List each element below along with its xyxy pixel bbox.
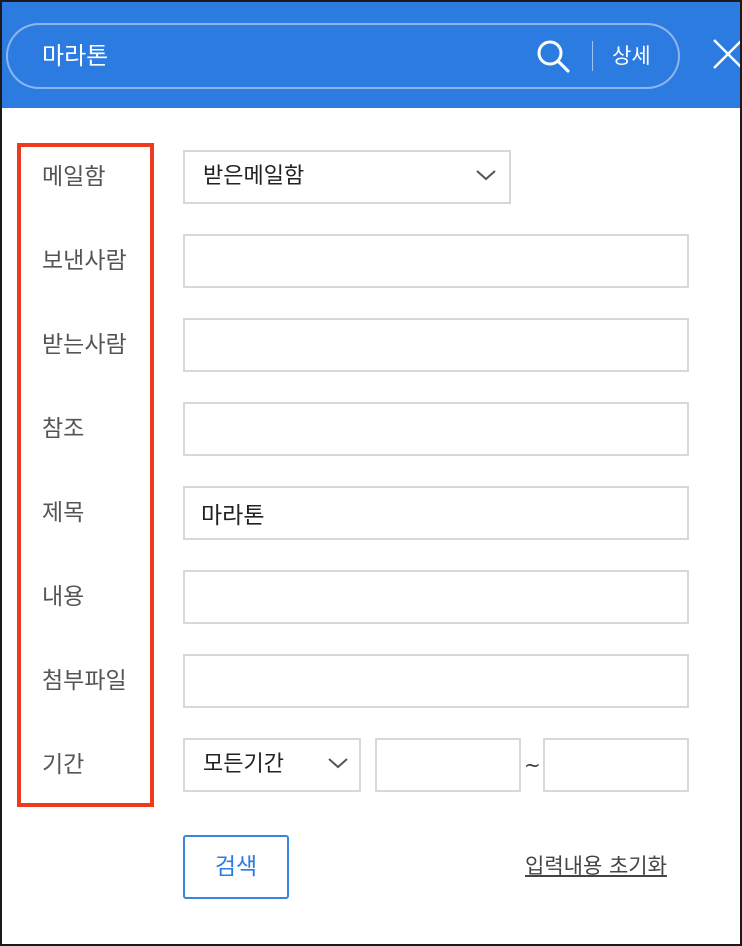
detail-search-button[interactable]: 상세 (612, 25, 651, 87)
period-selected-value: 모든기간 (203, 752, 284, 777)
header-bar: 마라톤 상세 (2, 2, 742, 108)
body-input[interactable] (185, 572, 687, 622)
mailbox-selected-value: 받은메일함 (203, 164, 305, 189)
attachment-input[interactable] (185, 656, 687, 706)
cc-field-box (183, 402, 689, 456)
period-label: 기간 (42, 752, 85, 778)
period-separator: ~ (524, 753, 541, 777)
sender-label: 보낸사람 (42, 248, 127, 274)
attachment-label: 첨부파일 (42, 668, 127, 694)
mailbox-label: 메일함 (42, 164, 106, 190)
recipient-label: 받는사람 (42, 332, 127, 358)
period-end-box (543, 738, 689, 792)
labels-highlight-box (17, 143, 154, 807)
subject-label: 제목 (42, 500, 85, 526)
body-label: 내용 (42, 584, 85, 610)
period-select[interactable]: 모든기간 (183, 738, 361, 792)
reset-input-link[interactable]: 입력내용 초기화 (525, 851, 667, 881)
search-icon[interactable] (534, 38, 574, 74)
attachment-field-box (183, 654, 689, 708)
period-start-input[interactable] (377, 740, 519, 790)
close-icon[interactable] (708, 36, 742, 76)
cc-input[interactable] (185, 404, 687, 454)
sender-field-box (183, 234, 689, 288)
body-field-box (183, 570, 689, 624)
search-bar[interactable]: 마라톤 상세 (6, 23, 680, 89)
period-start-box (375, 738, 521, 792)
sender-input[interactable] (185, 236, 687, 286)
search-input[interactable]: 마라톤 (42, 25, 108, 87)
recipient-input[interactable] (185, 320, 687, 370)
period-end-input[interactable] (545, 740, 687, 790)
subject-input[interactable] (185, 488, 687, 538)
recipient-field-box (183, 318, 689, 372)
search-button[interactable]: 검색 (183, 835, 289, 899)
cc-label: 참조 (42, 416, 85, 442)
mailbox-select[interactable]: 받은메일함 (183, 150, 511, 204)
subject-field-box (183, 486, 689, 540)
chevron-down-icon (476, 170, 496, 181)
search-bar-divider (592, 41, 593, 71)
search-panel: 마라톤 상세 메일함 받은메일함 보낸사람 받는사람 참조 제목 마라톤 내용 … (0, 0, 742, 946)
chevron-down-icon (328, 758, 348, 769)
